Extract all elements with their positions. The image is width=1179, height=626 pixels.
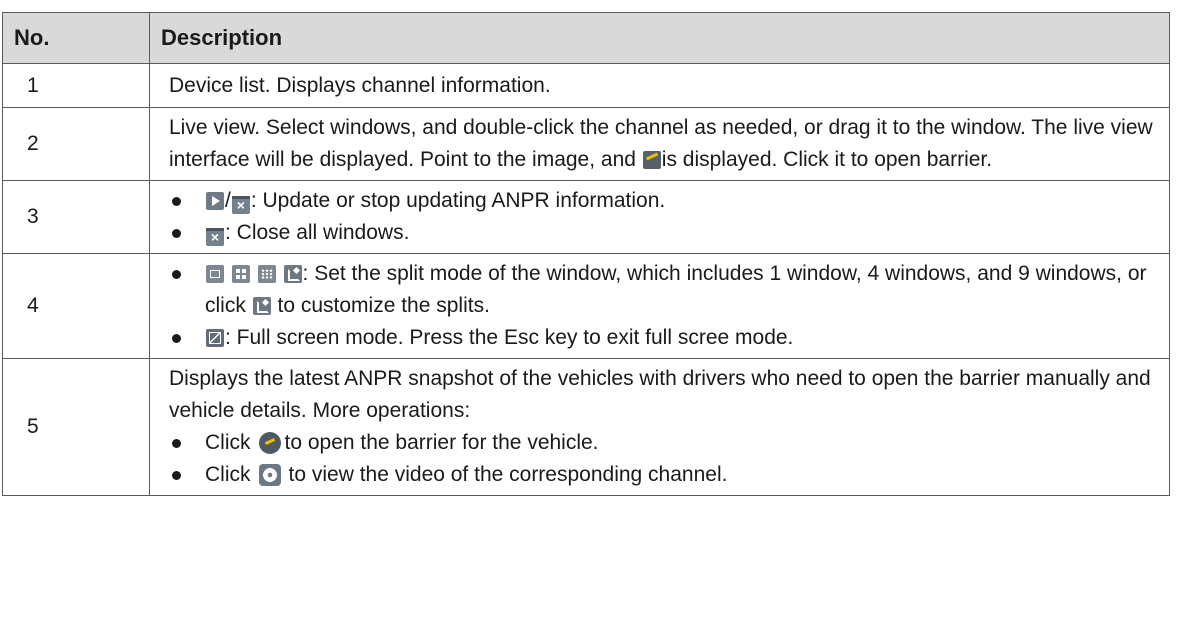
description-text: Device list. Displays channel informatio… <box>169 73 551 97</box>
bullet-list: / ×: Update or stop updating ANPR informa… <box>169 185 1157 249</box>
header-no: No. <box>2 12 150 64</box>
open-barrier-round-icon <box>258 432 281 454</box>
row-number: 1 <box>2 63 150 108</box>
row-number: 5 <box>2 358 150 496</box>
bullet-text: : Full screen mode. Press the Esc key to… <box>225 326 794 349</box>
table-row: 2 Live view. Select windows, and double-… <box>2 107 1170 181</box>
custom-split-icon <box>283 265 302 283</box>
description-table: No. Description 1 Device list. Displays … <box>2 12 1170 496</box>
header-description: Description <box>149 12 1170 64</box>
list-item: Click to view the video of the correspond… <box>169 459 1157 491</box>
row-description: Live view. Select windows, and double-cl… <box>149 107 1170 181</box>
row-description: Device list. Displays channel informatio… <box>149 63 1170 108</box>
bullet-text: to open the barrier for the vehicle. <box>284 431 599 454</box>
list-item: / ×: Update or stop updating ANPR informa… <box>169 185 1157 217</box>
row-number: 2 <box>2 107 150 181</box>
table-row: 5 Displays the latest ANPR snapshot of t… <box>2 358 1170 496</box>
custom-split-icon <box>252 297 271 315</box>
list-item: : Set the split mode of the window, whic… <box>169 258 1157 322</box>
table-header-row: No. Description <box>2 12 1170 64</box>
row-number: 4 <box>2 253 150 359</box>
table-row: 3 /×: Update or stop updating ANPR infor… <box>2 180 1170 254</box>
list-item: ×: Close all windows. <box>169 217 1157 249</box>
bullet-text: to view the video of the corresponding c… <box>288 463 728 486</box>
bullet-text: to customize the splits. <box>271 294 490 317</box>
stop-update-icon: × <box>231 196 250 214</box>
bullet-text: Click <box>205 431 251 454</box>
row-description: / ×: Update or stop updating ANPR informa… <box>149 180 1170 254</box>
icon-separator: / <box>225 189 231 212</box>
bullet-text: Click <box>205 463 251 486</box>
split-4-windows-icon <box>231 265 250 283</box>
description-text: is displayed. Click it to open barrier. <box>661 148 993 171</box>
table-row: 4 : Set the split mode of the window, wh… <box>2 253 1170 359</box>
play-icon <box>206 192 224 210</box>
table-row: 1 Device list. Displays channel informat… <box>2 63 1170 108</box>
row-number: 3 <box>2 180 150 254</box>
bullet-list: : Set the split mode of the window, whic… <box>169 258 1157 354</box>
list-item: Click to open the barrier for the vehicle… <box>169 427 1157 459</box>
bullet-list: Click to open the barrier for the vehicle… <box>169 427 1157 491</box>
split-9-windows-icon <box>257 265 276 283</box>
full-screen-icon <box>206 329 224 347</box>
close-all-windows-icon: × <box>206 228 224 246</box>
bullet-text: : Close all windows. <box>225 221 410 244</box>
row-description: Displays the latest ANPR snapshot of the… <box>149 358 1170 496</box>
row-description: : Set the split mode of the window, whic… <box>149 253 1170 359</box>
split-1-window-icon <box>206 265 224 283</box>
list-item: : Full screen mode. Press the Esc key to… <box>169 322 1157 354</box>
video-playback-icon <box>258 464 281 486</box>
bullet-text: : Update or stop updating ANPR informati… <box>250 189 666 212</box>
open-barrier-icon <box>642 151 661 169</box>
description-text: Displays the latest ANPR snapshot of the… <box>169 367 1151 422</box>
